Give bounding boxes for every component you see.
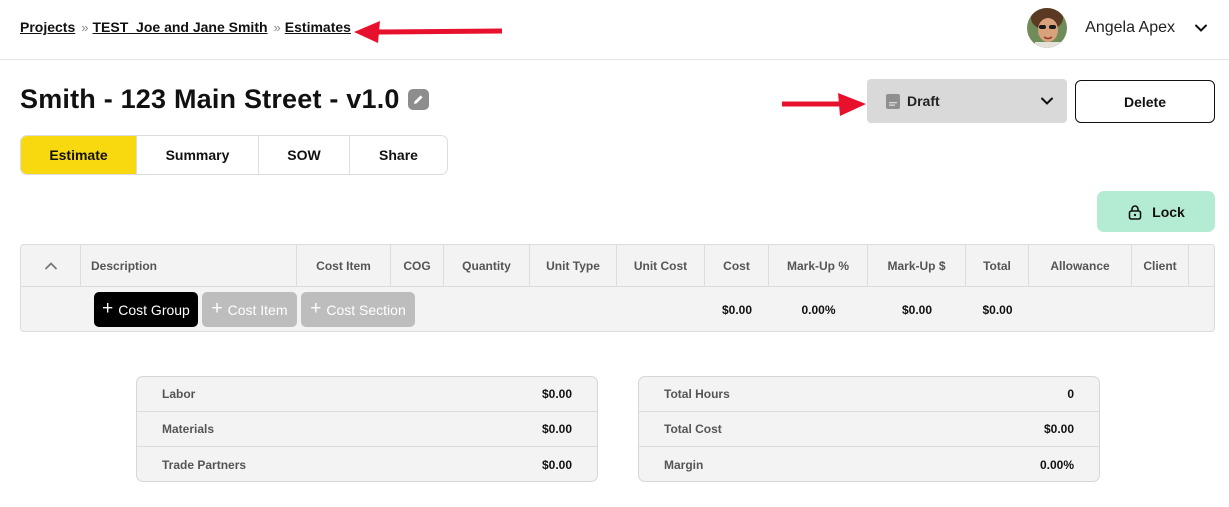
column-header-allowance: Allowance bbox=[1029, 245, 1132, 287]
add-cost-item-button[interactable]: + Cost Item bbox=[202, 292, 297, 327]
total-cost-value: $0.00 bbox=[721, 302, 753, 317]
chevron-down-icon[interactable] bbox=[1193, 20, 1209, 36]
lock-label: Lock bbox=[1152, 203, 1185, 220]
breadcrumb-project[interactable]: TEST_Joe and Jane Smith bbox=[92, 19, 267, 35]
breadcrumb-separator: » bbox=[81, 19, 88, 35]
totals-card: Total Hours 0 Total Cost $0.00 Margin 0.00% bbox=[638, 376, 1100, 482]
edit-icon[interactable] bbox=[407, 89, 429, 110]
annotation-arrow-right bbox=[782, 93, 866, 116]
chevron-up-icon bbox=[44, 262, 57, 270]
list-item: Labor $0.00 bbox=[137, 377, 597, 412]
tab-sow[interactable]: SOW bbox=[259, 136, 350, 174]
total-markup-amt-value: $0.00 bbox=[901, 302, 933, 317]
list-item: Total Cost $0.00 bbox=[639, 412, 1099, 447]
column-header-unit-type: Unit Type bbox=[530, 245, 617, 287]
status-selected-value: Draft bbox=[907, 93, 940, 109]
column-header-markup-pct: Mark-Up % bbox=[769, 245, 868, 287]
column-header-total: Total bbox=[966, 245, 1029, 287]
page-title: Smith - 123 Main Street - v1.0 bbox=[20, 84, 400, 114]
breadcrumb-projects[interactable]: Projects bbox=[20, 19, 75, 35]
page-title-row: Smith - 123 Main Street - v1.0 bbox=[20, 84, 429, 115]
delete-button[interactable]: Delete bbox=[1075, 80, 1215, 123]
add-cost-section-button[interactable]: + Cost Section bbox=[301, 292, 415, 327]
column-header-cost-item: Cost Item bbox=[297, 245, 391, 287]
column-header-unit-cost: Unit Cost bbox=[617, 245, 705, 287]
column-header-description: Description bbox=[81, 245, 297, 287]
add-cost-group-button[interactable]: + Cost Group bbox=[94, 292, 198, 327]
lock-icon bbox=[1128, 204, 1142, 220]
annotation-arrow-left bbox=[354, 21, 503, 43]
breadcrumb-estimates[interactable]: Estimates bbox=[285, 19, 351, 35]
column-header-cost: Cost bbox=[705, 245, 769, 287]
column-header-cog: COG bbox=[391, 245, 444, 287]
table-header: Description Cost Item COG Quantity Unit … bbox=[21, 245, 1214, 287]
breadcrumb-separator: » bbox=[273, 19, 281, 35]
user-menu[interactable]: Angela Apex bbox=[1027, 8, 1209, 48]
list-item: Materials $0.00 bbox=[137, 412, 597, 447]
grand-total-value: $0.00 bbox=[982, 302, 1013, 317]
user-name: Angela Apex bbox=[1085, 19, 1175, 36]
list-item: Total Hours 0 bbox=[639, 377, 1099, 412]
lock-button[interactable]: Lock bbox=[1097, 191, 1215, 232]
chevron-down-icon bbox=[1041, 97, 1053, 105]
tab-share[interactable]: Share bbox=[350, 136, 447, 174]
top-bar: Projects » TEST_Joe and Jane Smith » Est… bbox=[0, 0, 1229, 60]
tab-summary[interactable]: Summary bbox=[137, 136, 259, 174]
plus-icon: + bbox=[102, 298, 114, 319]
total-markup-pct-value: 0.00% bbox=[801, 302, 836, 317]
column-header-client: Client bbox=[1132, 245, 1189, 287]
collapse-toggle[interactable] bbox=[21, 245, 81, 287]
plus-icon: + bbox=[211, 298, 223, 319]
status-dropdown[interactable]: Draft bbox=[867, 79, 1067, 123]
table-row: + Cost Group + Cost Item + Cost Section $0.… bbox=[21, 287, 1214, 331]
list-item: Trade Partners $0.00 bbox=[162, 457, 572, 472]
column-header-quantity: Quantity bbox=[444, 245, 530, 287]
breadcrumb: Projects » TEST_Joe and Jane Smith » Est… bbox=[20, 19, 351, 35]
estimate-tabs: Estimate Summary SOW Share bbox=[20, 135, 448, 175]
cost-breakdown-card: Labor $0.00 Materials $0.00 Trade Partners… bbox=[136, 376, 598, 482]
tab-estimate[interactable]: Estimate bbox=[21, 136, 137, 174]
estimate-table: Description Cost Item COG Quantity Unit … bbox=[20, 244, 1215, 332]
column-header-markup-amt: Mark-Up $ bbox=[868, 245, 966, 287]
plus-icon: + bbox=[310, 298, 322, 319]
document-icon bbox=[886, 93, 900, 109]
avatar bbox=[1027, 8, 1068, 48]
list-item: Margin 0.00% bbox=[664, 457, 1074, 472]
